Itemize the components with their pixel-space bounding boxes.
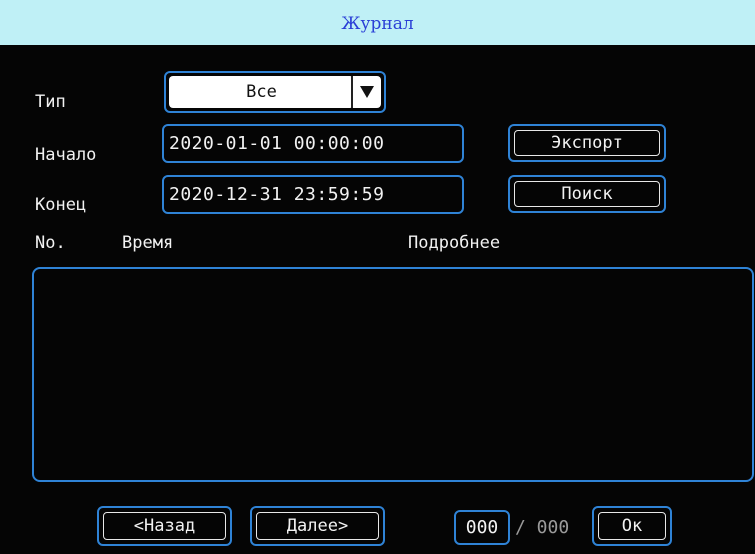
ok-button[interactable]: Ок: [592, 506, 672, 546]
next-page-button[interactable]: Далее>: [250, 506, 385, 546]
start-label: Начало: [35, 145, 97, 165]
end-label: Конец: [35, 195, 87, 215]
dropdown-toggle[interactable]: [351, 76, 381, 108]
column-header-details: Подробнее: [408, 233, 501, 253]
prev-page-label: <Назад: [103, 512, 226, 540]
export-button[interactable]: Экспорт: [508, 124, 666, 162]
triangle-down-icon: [360, 86, 374, 98]
ok-button-label: Ок: [598, 512, 666, 540]
search-button[interactable]: Поиск: [508, 175, 666, 213]
log-list[interactable]: [32, 267, 754, 482]
page-total: / 000: [515, 517, 570, 538]
next-page-label: Далее>: [256, 512, 379, 540]
page-number-input[interactable]: 000: [454, 510, 510, 545]
column-header-time: Время: [122, 233, 174, 253]
column-header-no: No.: [35, 233, 66, 253]
type-select[interactable]: Все: [164, 71, 386, 113]
type-label: Тип: [35, 92, 66, 112]
prev-page-button[interactable]: <Назад: [97, 506, 232, 546]
title-bar: Журнал: [0, 0, 755, 45]
end-datetime-input[interactable]: 2020-12-31 23:59:59: [162, 175, 464, 214]
type-select-value[interactable]: Все: [169, 76, 354, 108]
start-datetime-input[interactable]: 2020-01-01 00:00:00: [162, 124, 464, 163]
search-button-label: Поиск: [514, 181, 660, 207]
export-button-label: Экспорт: [514, 130, 660, 156]
window-title: Журнал: [341, 14, 414, 34]
